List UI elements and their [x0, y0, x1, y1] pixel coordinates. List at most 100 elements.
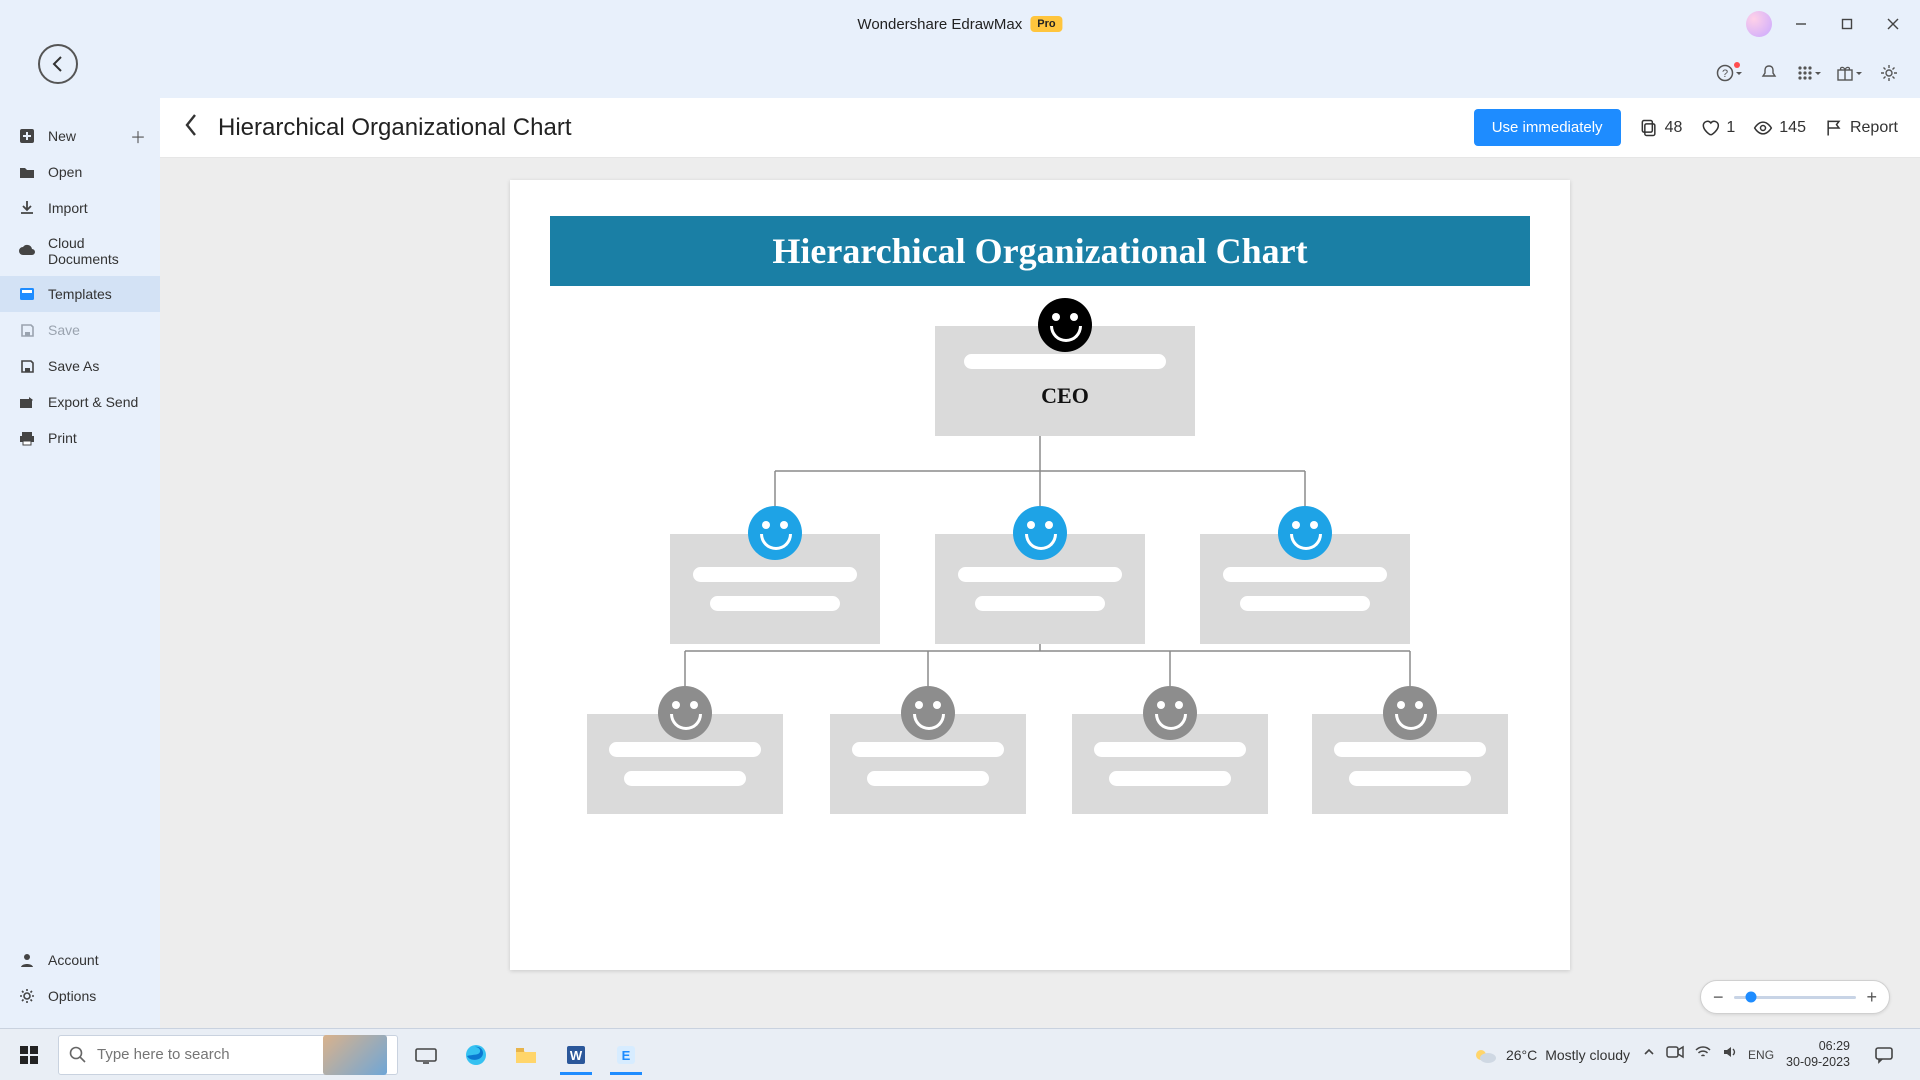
smiley-icon — [1013, 506, 1067, 560]
export-icon — [18, 393, 36, 411]
sidebar-item-templates[interactable]: Templates — [0, 276, 160, 312]
org-node-l3-3 — [1072, 714, 1268, 814]
word-icon[interactable]: W — [554, 1035, 598, 1075]
svg-text:W: W — [570, 1048, 583, 1063]
taskbar-search[interactable] — [58, 1035, 398, 1075]
folder-icon — [18, 163, 36, 181]
use-immediately-button[interactable]: Use immediately — [1474, 109, 1621, 146]
sidebar-item-label: Options — [48, 988, 96, 1004]
settings-icon[interactable] — [1876, 60, 1902, 86]
smiley-icon — [1383, 686, 1437, 740]
edge-icon[interactable] — [454, 1035, 498, 1075]
sidebar-item-export[interactable]: Export & Send — [0, 384, 160, 420]
gear-icon — [18, 987, 36, 1005]
new-plus-icon[interactable]: ＋ — [130, 124, 146, 148]
zoom-out-button[interactable]: − — [1713, 988, 1724, 1006]
sidebar-item-label: New — [48, 128, 76, 144]
svg-text:E: E — [622, 1048, 631, 1063]
weather-widget[interactable]: 26°C Mostly cloudy — [1472, 1044, 1630, 1066]
org-node-l3-1 — [587, 714, 783, 814]
start-button[interactable] — [6, 1035, 52, 1075]
template-preview-page: Hierarchical Organizational Chart — [510, 180, 1570, 970]
plus-square-icon — [18, 127, 36, 145]
search-input[interactable] — [97, 1046, 313, 1063]
search-news-thumb[interactable] — [323, 1035, 387, 1075]
smiley-icon — [1038, 298, 1092, 352]
task-view-icon[interactable] — [404, 1035, 448, 1075]
eye-icon — [1753, 118, 1773, 138]
avatar[interactable] — [1746, 11, 1772, 37]
sidebar-item-saveas[interactable]: Save As — [0, 348, 160, 384]
sidebar-item-save: Save — [0, 312, 160, 348]
sidebar-item-new[interactable]: New ＋ — [0, 118, 160, 154]
smiley-icon — [901, 686, 955, 740]
windows-taskbar: W E 26°C Mostly cloudy ENG 06:29 30-09-2… — [0, 1028, 1920, 1080]
heart-icon — [1700, 118, 1720, 138]
template-icon — [18, 285, 36, 303]
template-header: Hierarchical Organizational Chart Use im… — [160, 98, 1920, 158]
app-toolbar: ? — [0, 48, 1920, 98]
zoom-in-button[interactable]: + — [1866, 988, 1877, 1006]
file-sidebar: New ＋ Open Import Cloud Documents Templa… — [0, 98, 160, 1028]
report-button[interactable]: Report — [1824, 118, 1898, 138]
meet-now-icon[interactable] — [1666, 1045, 1684, 1064]
pro-badge: Pro — [1030, 16, 1062, 32]
sidebar-item-label: Save — [48, 322, 80, 338]
views-stat: 145 — [1753, 118, 1806, 138]
save-icon — [18, 321, 36, 339]
maximize-button[interactable] — [1830, 7, 1864, 41]
sidebar-item-label: Account — [48, 952, 99, 968]
sidebar-item-label: Templates — [48, 286, 112, 302]
sidebar-item-label: Import — [48, 200, 88, 216]
import-icon — [18, 199, 36, 217]
search-icon — [69, 1046, 87, 1064]
template-title: Hierarchical Organizational Chart — [218, 114, 571, 142]
language-icon[interactable]: ENG — [1748, 1048, 1774, 1062]
user-icon — [18, 951, 36, 969]
minimize-button[interactable] — [1784, 7, 1818, 41]
sidebar-item-label: Print — [48, 430, 77, 446]
volume-icon[interactable] — [1722, 1045, 1738, 1064]
org-chart: CEO — [550, 286, 1530, 926]
explorer-icon[interactable] — [504, 1035, 548, 1075]
org-node-l2-1 — [670, 534, 880, 644]
smiley-icon — [1278, 506, 1332, 560]
sidebar-item-label: Export & Send — [48, 394, 138, 410]
wifi-icon[interactable] — [1694, 1045, 1712, 1064]
sidebar-item-label: Cloud Documents — [48, 235, 142, 267]
svg-text:?: ? — [1722, 68, 1728, 80]
sidebar-item-import[interactable]: Import — [0, 190, 160, 226]
flag-icon — [1824, 118, 1844, 138]
tray-chevron-icon[interactable] — [1642, 1045, 1656, 1064]
zoom-slider[interactable] — [1734, 996, 1857, 999]
action-center-icon[interactable] — [1862, 1035, 1906, 1075]
zoom-control[interactable]: − + — [1700, 980, 1890, 1014]
copy-icon — [1639, 118, 1659, 138]
system-tray[interactable]: ENG — [1642, 1045, 1774, 1064]
smiley-icon — [1143, 686, 1197, 740]
titlebar: Wondershare EdrawMax Pro — [0, 0, 1920, 48]
back-circle-button[interactable] — [38, 44, 78, 84]
sidebar-item-options[interactable]: Options — [0, 978, 160, 1014]
copies-stat[interactable]: 48 — [1639, 118, 1683, 138]
apps-icon[interactable] — [1796, 60, 1822, 86]
edrawmax-icon[interactable]: E — [604, 1035, 648, 1075]
close-button[interactable] — [1876, 7, 1910, 41]
template-back-button[interactable] — [182, 111, 200, 144]
bell-icon[interactable] — [1756, 60, 1782, 86]
sidebar-item-label: Open — [48, 164, 82, 180]
cloud-icon — [18, 242, 36, 260]
sidebar-item-open[interactable]: Open — [0, 154, 160, 190]
gift-icon[interactable] — [1836, 60, 1862, 86]
canvas-area[interactable]: Hierarchical Organizational Chart — [160, 158, 1920, 1028]
sidebar-item-account[interactable]: Account — [0, 942, 160, 978]
print-icon — [18, 429, 36, 447]
likes-stat[interactable]: 1 — [1700, 118, 1735, 138]
smiley-icon — [748, 506, 802, 560]
sidebar-item-print[interactable]: Print — [0, 420, 160, 456]
taskbar-clock[interactable]: 06:29 30-09-2023 — [1786, 1039, 1850, 1070]
sidebar-item-label: Save As — [48, 358, 99, 374]
save-as-icon — [18, 357, 36, 375]
help-icon[interactable]: ? — [1716, 60, 1742, 86]
sidebar-item-cloud[interactable]: Cloud Documents — [0, 226, 160, 276]
